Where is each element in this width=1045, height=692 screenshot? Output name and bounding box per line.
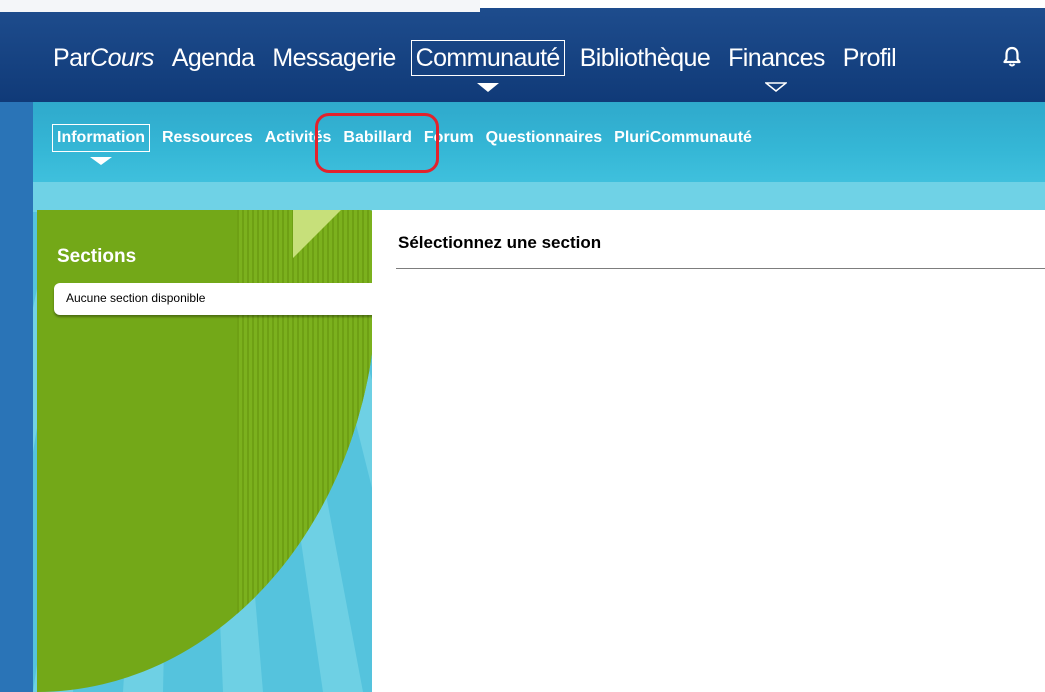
nav-item-communaute-label: Communauté [415,44,561,72]
bell-icon[interactable] [1002,46,1022,68]
top-edge-strip [0,0,480,12]
main-navigation: ParCours Agenda Messagerie Communauté Bi… [50,38,911,92]
brand-italic: Cours [90,44,154,72]
nav-item-agenda[interactable]: Agenda [169,41,258,75]
nav-item-profil[interactable]: Profil [840,41,899,75]
top-edge-strip-right [480,0,1045,8]
sidebar-folded-corner [293,210,341,258]
dropdown-caret-icon[interactable] [765,82,788,92]
nav-item-communaute[interactable]: Communauté [410,40,565,92]
page-title: Sélectionnez une section [398,233,602,252]
left-edge-stripe [0,102,33,692]
nav-item-finances-label: Finances [728,44,825,72]
nav-item-bibliotheque[interactable]: Bibliothèque [577,41,713,75]
sidebar-title: Sections [57,246,137,267]
nav-item-messagerie[interactable]: Messagerie [269,41,398,75]
tab-ressources[interactable]: Ressources [162,125,253,151]
main-content-panel [372,210,1045,692]
tab-questionnaires[interactable]: Questionnaires [486,125,602,151]
tab-information-label: Information [57,129,145,146]
empty-sections-message: Aucune section disponible [54,283,376,315]
nav-item-parcours[interactable]: ParCours [50,41,157,75]
active-tab-caret-icon [90,157,112,165]
nav-item-finances[interactable]: Finances [725,41,828,92]
brand-prefix: Par [53,44,91,72]
tab-pluricommunaute[interactable]: PluriCommunauté [614,125,752,151]
active-caret-icon [476,83,499,92]
title-divider [396,268,1045,269]
activites-highlight-annotation [315,113,439,173]
tab-information[interactable]: Information [52,124,150,165]
